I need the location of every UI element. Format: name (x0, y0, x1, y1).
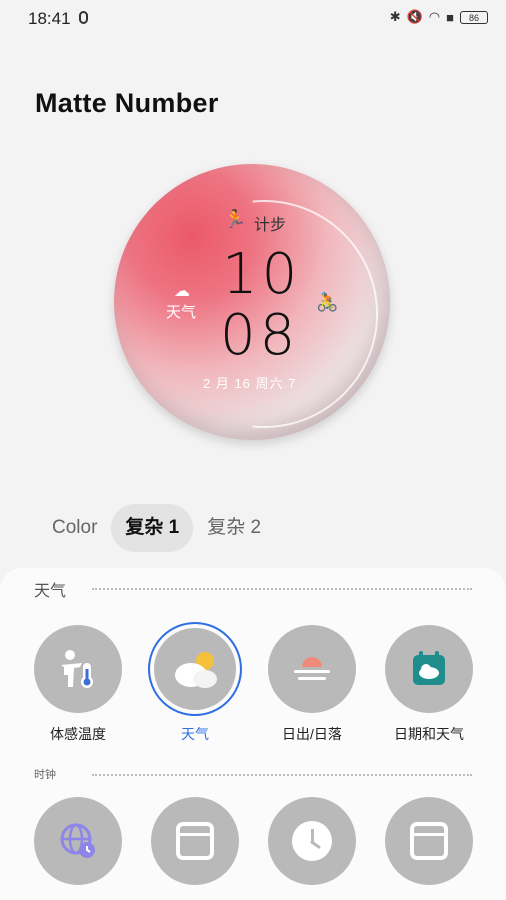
section-divider (92, 774, 472, 776)
watch-minute: 08 (220, 303, 300, 368)
section-label-weather: 天气 (34, 583, 67, 600)
calendar-icon (410, 822, 448, 860)
watch-hour: 10 (222, 242, 302, 307)
option-date-and-weather[interactable] (385, 625, 473, 713)
section-label-clock: 时钟 (34, 769, 56, 781)
sim-icon: ■ (446, 9, 454, 25)
date-and-weather-icon (413, 651, 445, 685)
running-icon: 🏃 (224, 209, 247, 229)
tab-bar: Color 复杂 1 复杂 2 (38, 504, 275, 552)
world-clock-icon (60, 823, 95, 858)
option-calendar[interactable] (151, 797, 239, 885)
status-icons: ✱ 🔇 ◠ ■ 86 (390, 9, 488, 25)
battery-icon: 86 (460, 10, 488, 24)
watch-complication-left: 天气 (166, 304, 197, 321)
option-label-selected: 天气 (181, 726, 209, 742)
wifi-icon: ◠ (428, 9, 441, 24)
tab-complication-2[interactable]: 复杂 2 (193, 504, 275, 552)
tab-complication-1[interactable]: 复杂 1 (111, 504, 194, 552)
cloud-icon: ☁ (174, 283, 190, 300)
option-label: 日期和天气 (394, 726, 464, 742)
option-label: 日出/日落 (282, 726, 342, 742)
status-time: 18:41 (28, 9, 71, 28)
mute-icon: 🔇 (406, 9, 423, 24)
weather-icon (175, 652, 217, 688)
tab-color[interactable]: Color (38, 504, 111, 552)
section-divider (92, 588, 472, 590)
status-bar: 18:41 ✱ 🔇 ◠ ■ 86 (0, 0, 506, 38)
feels-like-temperature-icon (61, 650, 93, 688)
watch-complication-top: 计步 (254, 217, 287, 234)
option-sunrise-sunset[interactable] (268, 625, 356, 713)
watch-status-icon (79, 11, 88, 24)
exercise-bike-icon: 🚴 (316, 292, 339, 312)
option-calendar[interactable] (385, 797, 473, 885)
page-title: Matte Number (35, 88, 219, 118)
option-weather[interactable] (148, 622, 242, 716)
watch-date: 2 月 16 周六 7 (203, 376, 297, 391)
bluetooth-icon: ✱ (389, 9, 401, 24)
option-label: 体感温度 (50, 726, 106, 742)
option-feels-like[interactable] (34, 625, 122, 713)
option-world-clock[interactable] (34, 797, 122, 885)
sunrise-sunset-icon (294, 657, 330, 680)
clock-icon (292, 821, 332, 861)
option-clock[interactable] (268, 797, 356, 885)
calendar-icon (176, 822, 214, 860)
